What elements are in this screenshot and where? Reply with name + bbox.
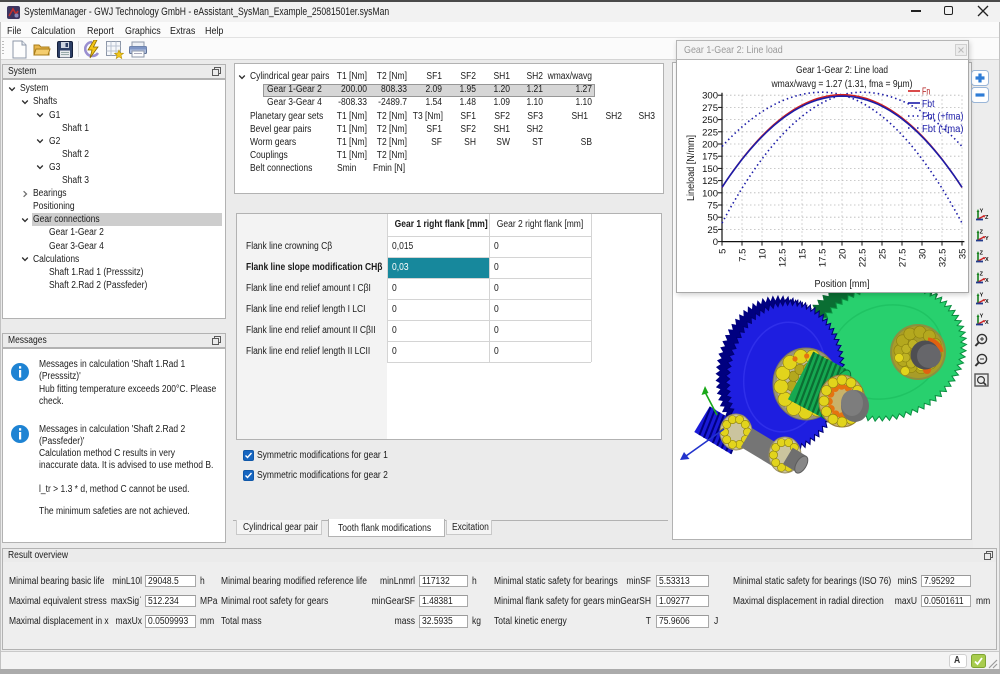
svg-text:X: X — [985, 299, 989, 305]
svg-text:100: 100 — [702, 188, 718, 199]
svg-text:25: 25 — [878, 249, 889, 260]
svg-text:Z: Z — [980, 271, 984, 277]
svg-text:20: 20 — [838, 249, 849, 260]
svg-text:Fbt: Fbt — [922, 99, 935, 110]
svg-text:50: 50 — [707, 213, 718, 224]
svg-text:22.5: 22.5 — [858, 249, 869, 268]
svg-text:7.5: 7.5 — [738, 249, 749, 262]
svg-text:Y: Y — [980, 313, 984, 319]
svg-text:Z: Z — [980, 250, 984, 256]
svg-text:0: 0 — [713, 237, 718, 248]
svg-text:Position [mm]: Position [mm] — [815, 278, 870, 290]
svg-text:wmax/wavg = 1.27 (1.31, fma =: wmax/wavg = 1.27 (1.31, fma = 9µm) — [771, 78, 913, 90]
svg-text:150: 150 — [702, 164, 718, 175]
svg-text:17.5: 17.5 — [818, 249, 829, 268]
svg-text:Fbt (-fma): Fbt (-fma) — [922, 124, 964, 135]
svg-text:Z: Z — [985, 215, 989, 221]
svg-text:30: 30 — [918, 249, 929, 260]
svg-text:5: 5 — [718, 249, 729, 254]
svg-text:Y: Y — [985, 236, 989, 242]
svg-text:X: X — [985, 257, 989, 263]
svg-text:32.5: 32.5 — [938, 249, 949, 268]
svg-text:35: 35 — [958, 249, 969, 260]
svg-text:Y: Y — [980, 292, 984, 298]
svg-text:Gear 1-Gear 2: Line load: Gear 1-Gear 2: Line load — [796, 64, 888, 76]
svg-text:10: 10 — [758, 249, 769, 260]
svg-text:125: 125 — [702, 176, 718, 187]
svg-text:200: 200 — [702, 140, 718, 151]
svg-text:Fbt (+fma): Fbt (+fma) — [922, 112, 964, 123]
svg-text:Fn: Fn — [922, 87, 930, 98]
svg-text:275: 275 — [702, 103, 718, 114]
svg-text:175: 175 — [702, 152, 718, 163]
svg-text:300: 300 — [702, 91, 718, 102]
svg-text:250: 250 — [702, 115, 718, 126]
svg-text:X: X — [985, 278, 989, 284]
svg-text:Lineload [N/mm]: Lineload [N/mm] — [685, 135, 697, 201]
svg-text:27.5: 27.5 — [898, 249, 909, 268]
svg-text:25: 25 — [707, 225, 718, 236]
svg-text:75: 75 — [707, 201, 718, 212]
svg-text:Y: Y — [980, 208, 984, 214]
svg-text:15: 15 — [798, 249, 809, 260]
svg-text:X: X — [985, 320, 989, 326]
svg-text:12.5: 12.5 — [778, 249, 789, 268]
svg-text:225: 225 — [702, 127, 718, 138]
svg-text:Z: Z — [980, 229, 984, 235]
